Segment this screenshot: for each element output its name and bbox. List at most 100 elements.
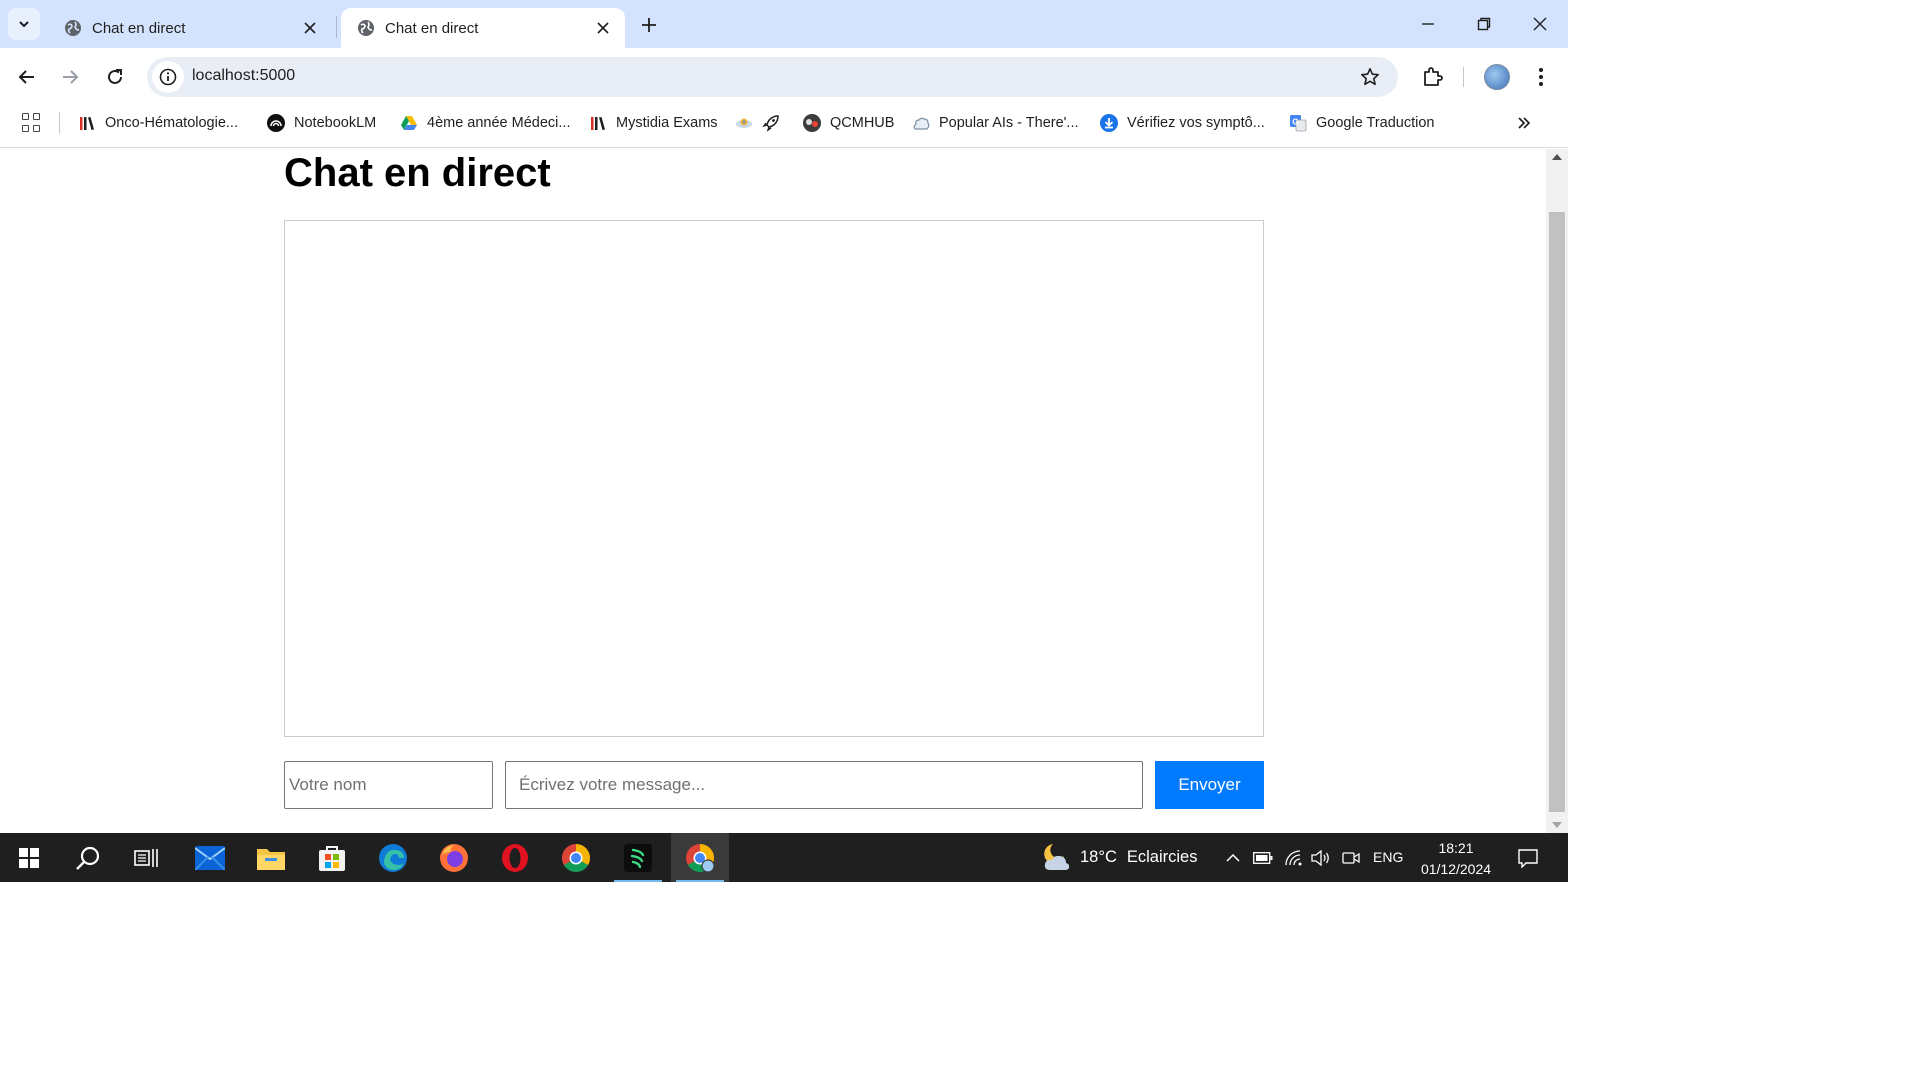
browser-menu-button[interactable] <box>1525 61 1557 93</box>
name-input[interactable] <box>284 761 493 809</box>
volume-button[interactable] <box>1308 833 1334 882</box>
qcmhub-icon <box>803 114 821 132</box>
bookmark-popular-ais[interactable]: Popular AIs - There'... <box>912 110 1079 136</box>
bookmark-qcmhub[interactable]: QCMHUB <box>803 110 894 136</box>
back-button[interactable] <box>11 61 43 93</box>
task-view-button[interactable] <box>117 833 175 882</box>
bookmark-label: Onco-Hématologie... <box>105 115 238 131</box>
page-viewport: Chat en direct Envoyer <box>0 149 1546 833</box>
firefox-icon <box>440 843 468 872</box>
taskbar-opera[interactable] <box>486 833 544 882</box>
taskbar-firefox[interactable] <box>425 833 483 882</box>
bookmark-extension[interactable] <box>735 110 762 136</box>
bookmark-label: Popular AIs - There'... <box>939 115 1079 131</box>
more-bookmarks-button[interactable] <box>1512 112 1536 134</box>
new-tab-button[interactable] <box>636 12 662 38</box>
close-icon[interactable] <box>593 18 613 38</box>
bookmark-mystidia-exams[interactable]: Mystidia Exams <box>589 110 718 136</box>
network-button[interactable] <box>1281 833 1307 882</box>
minimize-button[interactable] <box>1400 0 1456 48</box>
tab-search-button[interactable] <box>8 8 40 40</box>
google-drive-icon <box>400 114 418 132</box>
taskbar-chrome-active[interactable] <box>671 833 729 882</box>
chevron-down-icon <box>19 21 29 28</box>
notebooklm-icon <box>267 114 285 132</box>
taskbar-file-explorer[interactable] <box>242 833 300 882</box>
bookmark-google-traduction[interactable]: G Google Traduction <box>1289 110 1435 136</box>
taskbar-microsoft-store[interactable] <box>303 833 361 882</box>
taskbar-edge[interactable] <box>364 833 422 882</box>
wifi-icon <box>1285 849 1302 865</box>
restore-icon <box>1477 17 1491 31</box>
camera-privacy-button[interactable] <box>1338 833 1364 882</box>
scroll-down-arrow-icon[interactable] <box>1552 822 1562 828</box>
taskbar-app-green[interactable] <box>609 833 667 882</box>
bookmark-4eme-annee[interactable]: 4ème année Médeci... <box>400 110 570 136</box>
globe-icon <box>64 19 82 37</box>
notifications-button[interactable] <box>1510 833 1546 882</box>
apps-grid-icon[interactable] <box>22 113 42 133</box>
extensions-button[interactable] <box>1416 61 1448 93</box>
close-icon[interactable] <box>300 18 320 38</box>
download-circle-icon <box>1100 114 1118 132</box>
search-button[interactable] <box>59 833 117 882</box>
taskbar-chrome[interactable] <box>547 833 605 882</box>
double-chevron-right-icon <box>1518 117 1531 129</box>
books-icon <box>78 114 96 132</box>
bookmark-star-button[interactable] <box>1358 65 1382 89</box>
window-close-button[interactable] <box>1512 0 1568 48</box>
rocket-icon <box>762 114 780 132</box>
clock-time: 18:21 <box>1438 840 1474 856</box>
chrome-icon <box>562 843 590 872</box>
camera-icon <box>1342 851 1360 864</box>
send-button[interactable]: Envoyer <box>1155 761 1264 809</box>
bookmark-label: QCMHUB <box>830 115 895 131</box>
system-clock[interactable]: 18:21 01/12/2024 <box>1412 838 1500 880</box>
start-button[interactable] <box>0 833 58 882</box>
bookmark-rocket[interactable] <box>762 110 789 136</box>
cloud-hand-icon <box>912 114 930 132</box>
bookmarks-divider <box>59 112 60 134</box>
weather-widget[interactable]: 18°C Eclaircies <box>1040 833 1197 882</box>
tab-title: Chat en direct <box>92 19 186 37</box>
windows-logo-icon <box>19 847 39 868</box>
notification-icon <box>1518 848 1538 868</box>
address-bar[interactable]: localhost:5000 <box>147 57 1398 97</box>
reload-button[interactable] <box>99 61 131 93</box>
tab-chat-2[interactable]: Chat en direct <box>341 8 625 48</box>
partly-cloudy-night-icon <box>1040 842 1072 874</box>
bookmark-onco-hematologie[interactable]: Onco-Hématologie... <box>78 110 238 136</box>
message-input[interactable] <box>505 761 1143 809</box>
input-language[interactable]: ENG <box>1373 849 1403 865</box>
close-icon <box>1533 17 1547 31</box>
bookmark-label: Vérifiez vos symptô... <box>1127 115 1265 131</box>
chat-messages-area[interactable] <box>284 220 1264 737</box>
show-hidden-icons-button[interactable] <box>1220 833 1246 882</box>
browser-toolbar: localhost:5000 <box>0 48 1568 106</box>
battery-button[interactable] <box>1250 833 1276 882</box>
bookmark-label: Google Traduction <box>1316 115 1435 131</box>
books-icon <box>589 114 607 132</box>
bookmarks-bar: Onco-Hématologie... NotebookLM 4ème anné… <box>0 106 1568 148</box>
taskbar-mail[interactable] <box>181 833 239 882</box>
bookmark-notebooklm[interactable]: NotebookLM <box>267 110 376 136</box>
weather-temperature: 18°C <box>1080 848 1117 866</box>
running-indicator <box>676 880 724 882</box>
store-icon <box>319 845 345 871</box>
clock-date: 01/12/2024 <box>1420 861 1492 877</box>
extension-bookmark-icon <box>735 114 753 132</box>
task-view-icon <box>134 848 158 867</box>
minimize-icon <box>1422 23 1434 25</box>
battery-icon <box>1253 851 1273 864</box>
tab-chat-1[interactable]: Chat en direct <box>48 8 332 48</box>
opera-icon <box>502 843 528 872</box>
bookmark-verifiez-symptomes[interactable]: Vérifiez vos symptô... <box>1100 110 1265 136</box>
page-scrollbar[interactable] <box>1546 149 1568 833</box>
scroll-up-arrow-icon[interactable] <box>1552 154 1562 160</box>
site-info-button[interactable] <box>152 61 184 93</box>
kebab-menu-icon <box>1539 68 1543 86</box>
forward-button[interactable] <box>54 61 86 93</box>
scrollbar-thumb[interactable] <box>1549 212 1565 812</box>
profile-avatar[interactable] <box>1484 64 1510 90</box>
restore-button[interactable] <box>1456 0 1512 48</box>
